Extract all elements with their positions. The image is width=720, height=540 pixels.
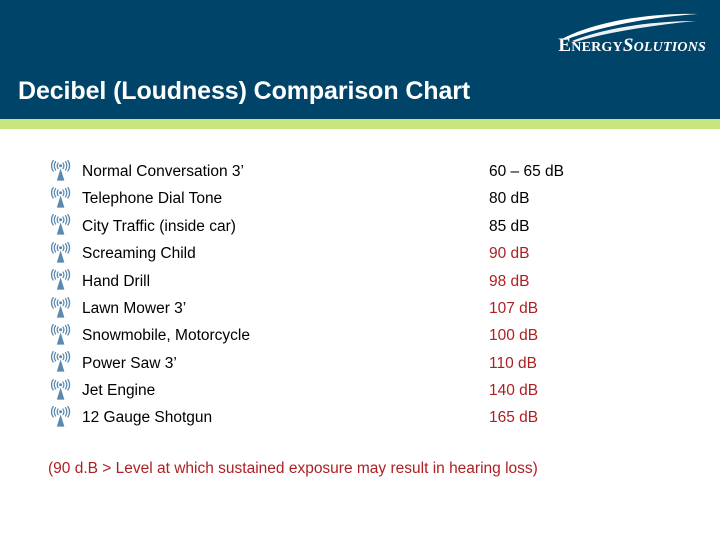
broadcast-antenna-icon [48, 406, 74, 430]
sound-source-label: Normal Conversation 3’ [82, 162, 244, 180]
broadcast-antenna-icon [48, 296, 74, 321]
sound-source-label: Screaming Child [82, 245, 196, 263]
wordmark-energy-rest: NERGY [571, 40, 623, 55]
header-banner: ENERGYSOLUTIONS Decibel (Loudness) Compa… [0, 0, 720, 119]
energysolutions-wordmark: ENERGYSOLUTIONS [558, 36, 706, 55]
list-item: Screaming Child 90 dB [48, 240, 688, 267]
wordmark-solutions-lead: S [622, 35, 634, 56]
decibel-value: 140 dB [489, 382, 539, 400]
list-item: City Traffic (inside car) 85 dB [48, 213, 688, 240]
decibel-value: 60 – 65 dB [489, 162, 564, 180]
list-item: Telephone Dial Tone 80 dB [48, 185, 688, 212]
decibel-value: 80 dB [489, 190, 530, 208]
wordmark-energy-lead: E [558, 35, 572, 56]
list-item: 12 Gauge Shotgun 165 dB [48, 405, 688, 432]
wordmark-solutions-rest: OLUTIONS [633, 40, 706, 55]
sound-source-label: Power Saw 3’ [82, 354, 177, 372]
list-item: Hand Drill 98 dB [48, 268, 688, 295]
list-item: Lawn Mower 3’ 107 dB [48, 295, 688, 322]
decibel-value: 85 dB [489, 217, 530, 235]
broadcast-antenna-icon [48, 241, 74, 266]
list-item: Jet Engine 140 dB [48, 377, 688, 404]
sound-source-label: Hand Drill [82, 272, 151, 290]
content-area: Normal Conversation 3’ 60 – 65 dB Telephon… [0, 129, 720, 540]
list-item: Snowmobile, Motorcycle 100 dB [48, 322, 688, 349]
decibel-value: 100 dB [489, 327, 539, 345]
sound-source-label: Telephone Dial Tone [82, 190, 223, 208]
sound-source-label: Lawn Mower 3’ [82, 299, 187, 317]
broadcast-antenna-icon [48, 187, 74, 211]
sound-source-label: City Traffic (inside car) [82, 217, 236, 235]
broadcast-antenna-icon [48, 214, 74, 238]
sound-source-label: 12 Gauge Shotgun [82, 409, 213, 427]
list-item: Power Saw 3’ 110 dB [48, 350, 688, 377]
sound-source-label: Jet Engine [82, 382, 156, 400]
accent-divider-bar [0, 119, 720, 129]
page-title: Decibel (Loudness) Comparison Chart [18, 77, 471, 105]
broadcast-antenna-icon [48, 378, 74, 403]
broadcast-antenna-icon [48, 269, 74, 293]
decibel-value: 90 dB [489, 245, 530, 263]
decibel-value: 110 dB [489, 354, 537, 372]
decibel-list: Normal Conversation 3’ 60 – 65 dB Telephon… [48, 158, 688, 432]
sound-source-label: Snowmobile, Motorcycle [82, 327, 250, 345]
broadcast-antenna-icon [48, 324, 74, 348]
hearing-loss-footnote: (90 d.B > Level at which sustained expos… [48, 460, 538, 477]
decibel-value: 107 dB [489, 299, 539, 317]
decibel-value: 98 dB [489, 272, 530, 290]
broadcast-antenna-icon [48, 351, 74, 375]
broadcast-antenna-icon [48, 159, 74, 184]
decibel-value: 165 dB [489, 409, 539, 427]
list-item: Normal Conversation 3’ 60 – 65 dB [48, 158, 688, 185]
